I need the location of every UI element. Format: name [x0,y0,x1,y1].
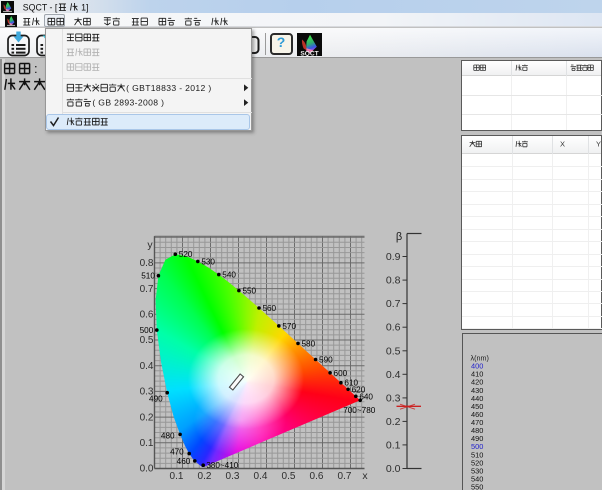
svg-text:( GBT18833 - 2012 ): ( GBT18833 - 2012 ) [126,83,211,93]
svg-text:( GB 2893-2008 ): ( GB 2893-2008 ) [92,98,164,108]
